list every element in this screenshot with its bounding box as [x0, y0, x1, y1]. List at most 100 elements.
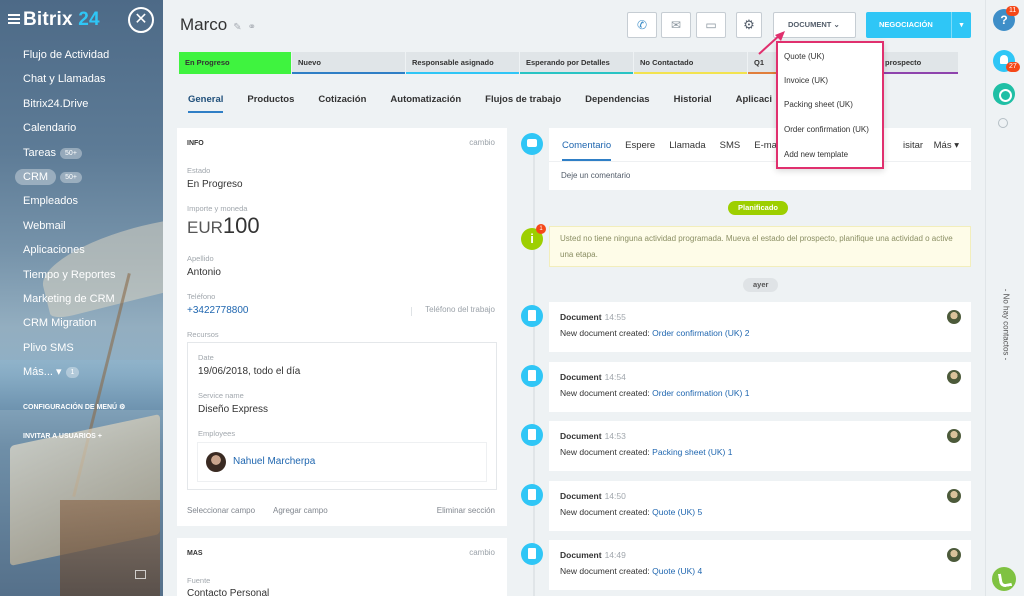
tab-email[interactable]: E-ma: [754, 140, 777, 161]
sidebar-item-migration[interactable]: CRM Migration: [23, 311, 116, 335]
email-button[interactable]: ✉: [661, 12, 691, 38]
menu-item-packing-sheet[interactable]: Packing sheet (UK): [784, 100, 853, 109]
stage-responsable[interactable]: Responsable asignado: [406, 52, 519, 74]
open-lines-icon[interactable]: [993, 83, 1015, 105]
document-link[interactable]: Packing sheet (UK) 1: [652, 447, 732, 457]
deal-button-label: NEGOCIACIÓN: [879, 20, 933, 29]
sidebar-item-drive[interactable]: Bitrix24.Drive: [23, 92, 116, 116]
document-icon: [521, 424, 543, 446]
plus-icon: +: [97, 433, 102, 440]
stage-no-contactado[interactable]: No Contactado: [634, 52, 747, 74]
trash-icon[interactable]: [135, 570, 146, 579]
select-field-link[interactable]: Seleccionar campo: [187, 506, 255, 515]
tab-dependencias[interactable]: Dependencias: [585, 94, 649, 113]
delete-section-link[interactable]: Eliminar sección: [437, 506, 495, 515]
gear-icon: ⚙: [119, 404, 126, 411]
deal-button[interactable]: NEGOCIACIÓN ▾: [866, 12, 971, 38]
sidebar-item-label: Bitrix24.Drive: [23, 97, 89, 110]
change-link[interactable]: cambio: [469, 138, 495, 147]
sidebar-item-crm[interactable]: CRM 50+: [15, 165, 116, 189]
tab-bar: General Productos Cotización Automatizac…: [188, 94, 796, 113]
tab-historial[interactable]: Historial: [674, 94, 712, 113]
logo-number: 24: [78, 9, 100, 30]
tab-espere[interactable]: Espere: [625, 140, 655, 161]
document-icon: [521, 305, 543, 327]
gear-icon: ⚙: [743, 17, 755, 32]
stage-underline: [292, 72, 405, 74]
chevron-down-icon[interactable]: ▾: [951, 12, 971, 38]
tab-llamada[interactable]: Llamada: [669, 140, 705, 161]
tab-cotizacion[interactable]: Cotización: [318, 94, 366, 113]
stage-underline: [406, 72, 519, 74]
sidebar-item-aplicaciones[interactable]: Aplicaciones: [23, 238, 116, 262]
field-label: Teléfono: [187, 292, 216, 301]
timeline-item-header: Document 14:54: [560, 372, 626, 382]
composer-more[interactable]: Más ▾: [934, 140, 959, 151]
link-icon[interactable]: ⚭: [248, 22, 256, 33]
currency: EUR: [187, 218, 223, 237]
close-slider-button[interactable]: ✕: [128, 7, 154, 33]
timeline-item: Document 14:49 New document created: Quot…: [549, 540, 971, 590]
logo[interactable]: Bitrix 24: [8, 9, 100, 31]
mas-card: MAS cambio Fuente Contacto Personal: [177, 538, 507, 596]
chat-bubble-icon: ▭: [705, 18, 717, 32]
tab-sms[interactable]: SMS: [720, 140, 741, 161]
menu-item-invoice[interactable]: Invoice (UK): [784, 76, 828, 85]
phone-link[interactable]: +3422778800: [187, 305, 248, 316]
document-icon: [521, 484, 543, 506]
field-label: Estado: [187, 166, 211, 175]
tab-general[interactable]: General: [188, 94, 224, 113]
phone-icon: ✆: [636, 18, 648, 32]
sidebar-item-label: Empleados: [23, 195, 79, 208]
stage-label: r prospecto: [880, 58, 922, 67]
left-sidebar: Bitrix 24 ✕ Flujo de Actividad Chat y Ll…: [0, 0, 163, 596]
employee-link[interactable]: Nahuel Marcherpa: [233, 456, 315, 467]
sidebar-item-calendario[interactable]: Calendario: [23, 116, 116, 140]
menu-item-quote[interactable]: Quote (UK): [784, 52, 824, 61]
tab-flujos[interactable]: Flujos de trabajo: [485, 94, 561, 113]
document-link[interactable]: Order confirmation (UK) 2: [652, 328, 749, 338]
menu-icon[interactable]: [8, 14, 20, 24]
sidebar-item-label: Webmail: [23, 219, 66, 232]
sidebar-item-plivo[interactable]: Plivo SMS: [23, 336, 116, 360]
menu-config-link[interactable]: CONFIGURACIÓN DE MENÚ ⚙: [23, 403, 125, 411]
timeline-item: Document 14:53 New document created: Pack…: [549, 421, 971, 471]
sidebar-item-mas[interactable]: Más... ▾ 1: [23, 360, 116, 384]
sidebar-item-chat[interactable]: Chat y Llamadas: [23, 67, 116, 91]
tab-visitar[interactable]: isitar: [903, 140, 923, 161]
tab-automatizacion[interactable]: Automatización: [390, 94, 461, 113]
stage-esperando[interactable]: Esperando por Detalles: [520, 52, 633, 74]
stage-en-progreso[interactable]: En Progreso: [179, 52, 291, 74]
phone-icon[interactable]: [992, 567, 1016, 591]
sidebar-item-marketing[interactable]: Marketing de CRM: [23, 287, 116, 311]
chevron-down-icon: ⌄: [833, 20, 840, 29]
sidebar-item-webmail[interactable]: Webmail: [23, 214, 116, 238]
tab-productos[interactable]: Productos: [247, 94, 294, 113]
fuente-value: Contacto Personal: [187, 588, 270, 596]
stage-nuevo[interactable]: Nuevo: [292, 52, 405, 74]
field-label: Date: [198, 353, 214, 362]
divider: [549, 161, 971, 162]
stage-underline: [634, 72, 747, 74]
timeline-item: Document 14:50 New document created: Quot…: [549, 481, 971, 531]
pencil-icon[interactable]: ✎: [233, 22, 241, 33]
change-link[interactable]: cambio: [469, 548, 495, 557]
comment-input[interactable]: Deje un comentario: [561, 171, 630, 180]
call-button[interactable]: ✆: [627, 12, 657, 38]
sidebar-item-flujo[interactable]: Flujo de Actividad: [23, 43, 116, 67]
document-link[interactable]: Quote (UK) 4: [652, 566, 702, 576]
document-link[interactable]: Quote (UK) 5: [652, 507, 702, 517]
search-icon[interactable]: [998, 118, 1008, 128]
invite-users-link[interactable]: INVITAR A USUARIOS +: [23, 433, 102, 440]
menu-item-add-template[interactable]: Add new template: [784, 150, 848, 159]
sidebar-item-tareas[interactable]: Tareas 50+: [23, 141, 116, 165]
sidebar-item-tiempo[interactable]: Tiempo y Reportes: [23, 263, 116, 287]
document-link[interactable]: Order confirmation (UK) 1: [652, 388, 749, 398]
tab-aplicaciones[interactable]: Aplicaci: [736, 94, 772, 113]
menu-item-order-confirmation[interactable]: Order confirmation (UK): [784, 125, 869, 134]
tab-comentario[interactable]: Comentario: [562, 140, 612, 161]
field-label: Service name: [198, 391, 244, 400]
add-field-link[interactable]: Agregar campo: [273, 506, 328, 515]
sidebar-item-empleados[interactable]: Empleados: [23, 189, 116, 213]
chat-button[interactable]: ▭: [696, 12, 726, 38]
